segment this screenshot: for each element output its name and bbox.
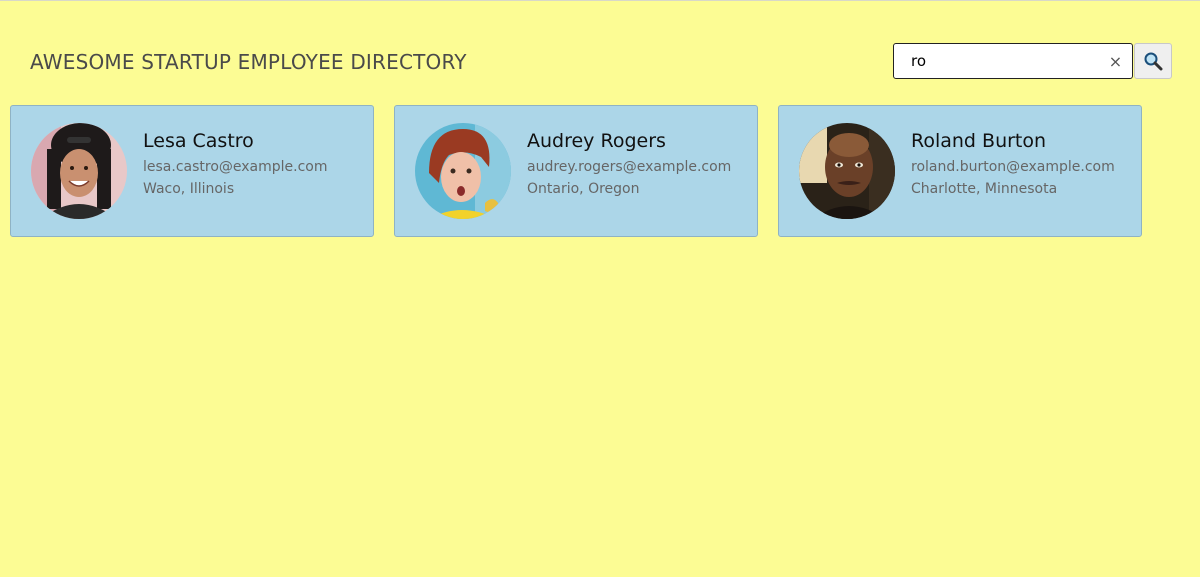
employee-location: Charlotte, Minnesota	[911, 180, 1058, 197]
avatar	[415, 123, 511, 219]
employee-info: Lesa Castro lesa.castro@example.com Waco…	[143, 130, 328, 203]
search-button[interactable]	[1134, 43, 1172, 79]
employee-info: Audrey Rogers audrey.rogers@example.com …	[527, 130, 731, 203]
employee-location: Ontario, Oregon	[527, 180, 640, 197]
employee-name: Audrey Rogers	[527, 129, 666, 152]
employee-location: Waco, Illinois	[143, 180, 235, 197]
avatar-photo	[799, 123, 895, 219]
avatar	[799, 123, 895, 219]
employee-gallery: Lesa Castro lesa.castro@example.com Waco…	[10, 105, 1162, 237]
search-input[interactable]	[894, 44, 1105, 78]
search-field[interactable]: ×	[893, 43, 1133, 79]
employee-card[interactable]: Audrey Rogers audrey.rogers@example.com …	[394, 105, 758, 237]
employee-email: audrey.rogers@example.com	[527, 158, 732, 175]
employee-card[interactable]: Roland Burton roland.burton@example.com …	[778, 105, 1142, 237]
avatar-photo	[31, 123, 127, 219]
page-title: AWESOME STARTUP EMPLOYEE DIRECTORY	[30, 50, 467, 74]
employee-info: Roland Burton roland.burton@example.com …	[911, 130, 1115, 203]
close-icon[interactable]: ×	[1105, 52, 1126, 71]
avatar	[31, 123, 127, 219]
employee-name: Roland Burton	[911, 129, 1047, 152]
search-icon	[1144, 52, 1163, 71]
avatar-photo	[415, 123, 511, 219]
employee-email: roland.burton@example.com	[911, 158, 1115, 175]
employee-card[interactable]: Lesa Castro lesa.castro@example.com Waco…	[10, 105, 374, 237]
employee-name: Lesa Castro	[143, 129, 254, 152]
search-form: ×	[893, 43, 1172, 79]
employee-email: lesa.castro@example.com	[143, 158, 328, 175]
